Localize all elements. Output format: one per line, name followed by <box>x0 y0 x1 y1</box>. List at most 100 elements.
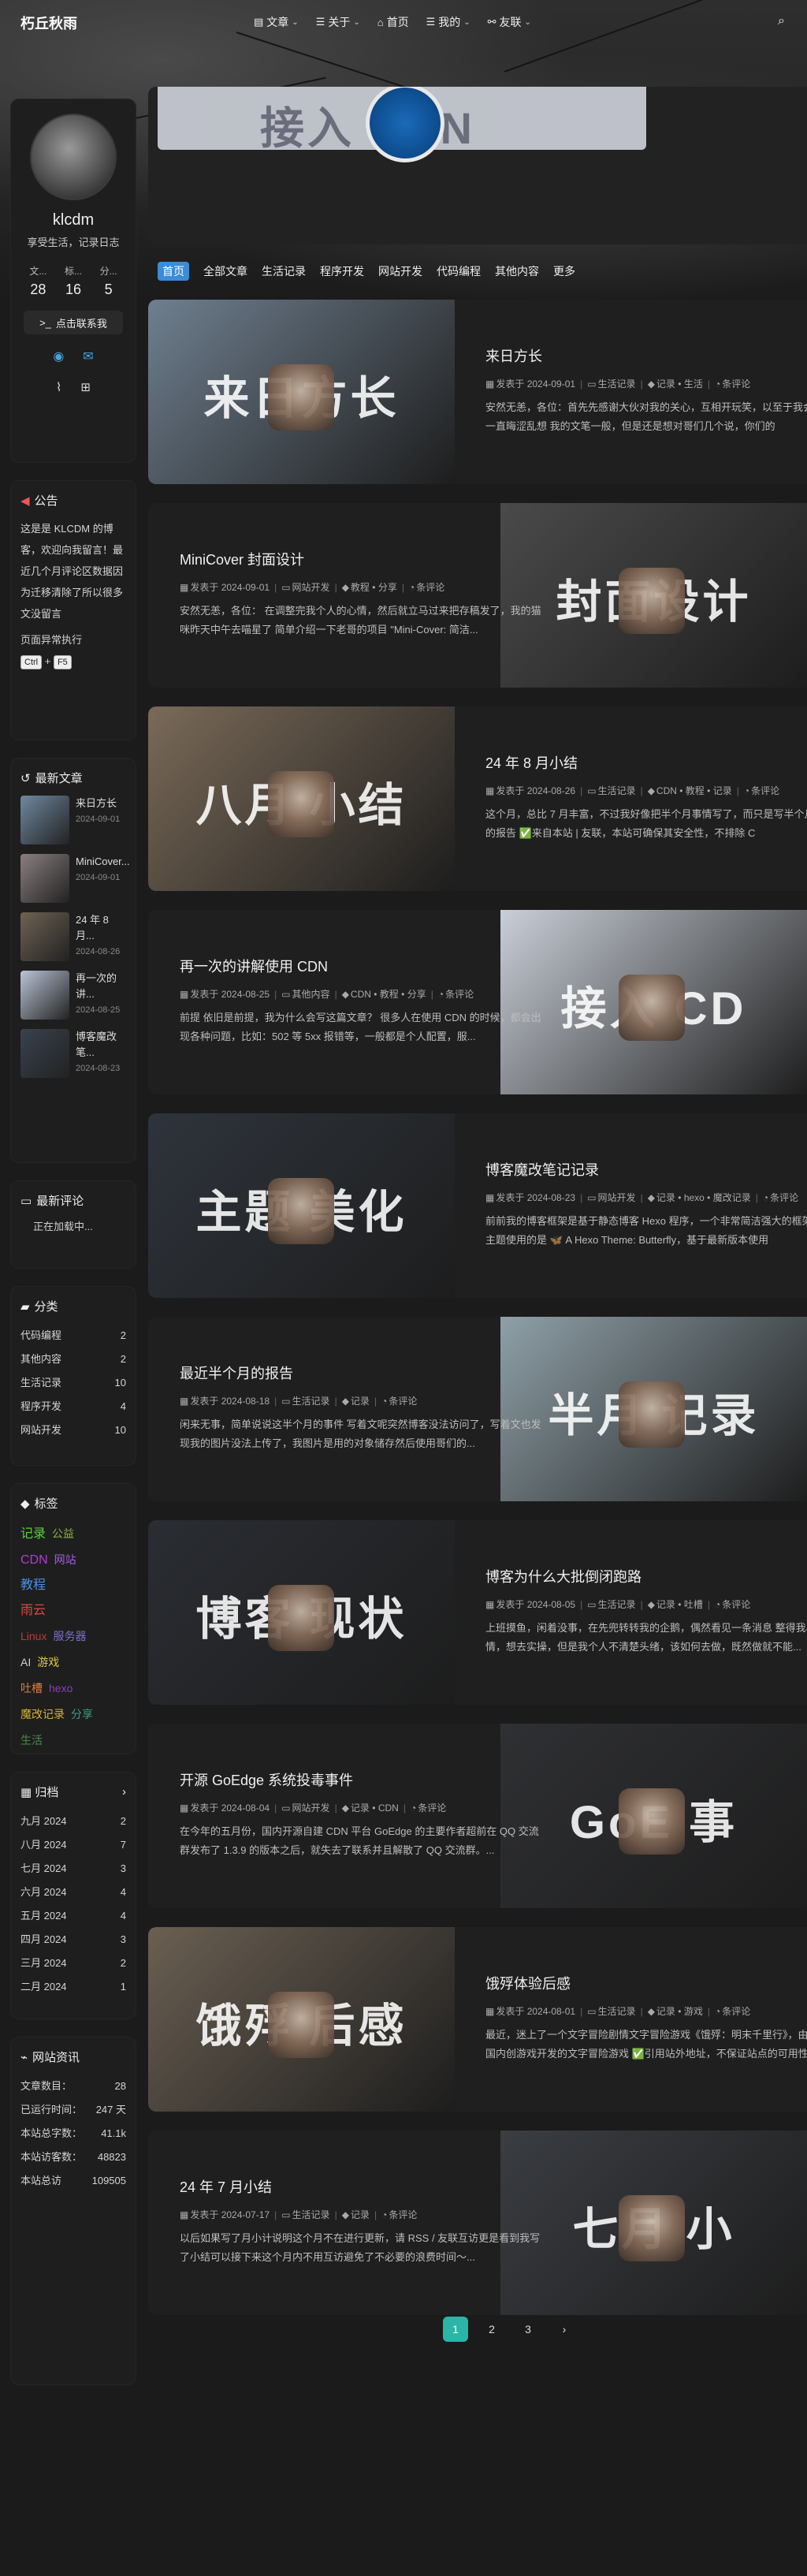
nav-item-2[interactable]: ⌂ 首页 <box>377 14 409 30</box>
post-card[interactable]: 七月 小24 年 7 月小结 ▦发表于 2024-07-17 | ▭生活记录 | ◆记录 |… <box>148 2131 807 2315</box>
post-category[interactable]: 网站开发 <box>292 582 330 593</box>
category-tab[interactable]: 更多 <box>553 263 575 279</box>
archive-item[interactable]: 八月 2024 7 <box>20 1833 126 1857</box>
rss-icon[interactable]: ⌇ <box>56 380 61 394</box>
category-item[interactable]: 代码编程 2 <box>20 1324 126 1348</box>
post-tag[interactable]: hexo <box>684 1192 705 1203</box>
nav-item-3[interactable]: ☰ 我的 ⌄ <box>426 14 470 30</box>
archive-item[interactable]: 三月 2024 2 <box>20 1952 126 1975</box>
search-icon[interactable]: ⌕ <box>778 14 785 28</box>
tag-link[interactable]: 服务器 <box>53 1630 86 1642</box>
post-tag[interactable]: 游戏 <box>684 2006 703 2017</box>
site-info-item[interactable]: 本站访客数： 48823 <box>20 2145 126 2169</box>
site-brand[interactable]: 朽丘秋雨 <box>20 13 77 33</box>
tag-link[interactable]: 网站 <box>54 1553 76 1566</box>
post-tag[interactable]: 记录 <box>351 1802 370 1814</box>
post-category[interactable]: 生活记录 <box>598 1599 636 1610</box>
tag-link[interactable]: hexo <box>49 1682 73 1694</box>
category-item[interactable]: 生活记录 10 <box>20 1371 126 1395</box>
post-tag[interactable]: 记录 <box>351 2209 370 2220</box>
post-title[interactable]: 24 年 7 月小结 <box>180 2176 542 2197</box>
category-tab[interactable]: 其他内容 <box>495 263 539 279</box>
tag-link[interactable]: 雨云 <box>20 1604 46 1617</box>
post-tag[interactable]: 教程 <box>351 582 370 593</box>
post-cover[interactable]: 七月 小 <box>500 2131 807 2315</box>
post-tag[interactable]: 吐槽 <box>684 1599 703 1610</box>
recent-post-title[interactable]: 博客魔改笔... <box>76 1029 126 1061</box>
post-cover[interactable]: 博客 现状 <box>148 1520 455 1705</box>
post-cover[interactable]: 饿殍 后感 <box>148 1927 455 2112</box>
recent-post-item[interactable]: 再一次的讲... 2024-08-25 <box>20 971 126 1020</box>
post-card[interactable]: GoE 事开源 GoEdge 系统投毒事件 ▦发表于 2024-08-04 | ▭网站… <box>148 1724 807 1908</box>
post-category[interactable]: 网站开发 <box>292 1802 330 1814</box>
next-page-icon[interactable]: › <box>552 2317 577 2342</box>
post-category[interactable]: 生活记录 <box>292 2209 330 2220</box>
recent-post-title[interactable]: 24 年 8 月... <box>76 912 126 944</box>
tag-link[interactable]: 游戏 <box>37 1656 59 1668</box>
post-comments[interactable]: 条评论 <box>418 1802 446 1814</box>
post-comments[interactable]: 条评论 <box>445 989 474 1000</box>
post-title[interactable]: 饿殍体验后感 <box>485 1973 807 1993</box>
post-comments[interactable]: 条评论 <box>751 785 779 796</box>
post-card[interactable]: 半月 记录 最近半个月的报告 ▦ 发表于 2024-08-18 | ▭ 生活记录 | ◆ 记录 | ◔… <box>148 1317 807 1501</box>
post-category[interactable]: 生活记录 <box>598 378 636 390</box>
archive-item[interactable]: 五月 2024 4 <box>20 1904 126 1928</box>
tag-link[interactable]: 记录 <box>20 1527 46 1541</box>
author-stat[interactable]: 文... 28 <box>22 264 54 301</box>
post-tag[interactable]: 教程 <box>380 989 399 1000</box>
contact-button[interactable]: >_ 点击联系我 <box>24 311 123 334</box>
recent-post-title[interactable]: 再一次的讲... <box>76 971 126 1002</box>
post-cover[interactable]: 八月 小结 <box>148 706 455 891</box>
author-stat[interactable]: 分... 5 <box>93 264 125 301</box>
recent-post-item[interactable]: 来日方长 2024-09-01 <box>20 796 126 844</box>
post-comments[interactable]: 条评论 <box>389 2209 417 2220</box>
site-info-item[interactable]: 文章数目： 28 <box>20 2075 126 2098</box>
post-cover[interactable]: 来日方长 <box>148 300 455 484</box>
post-title[interactable]: 博客魔改笔记记录 <box>485 1159 807 1180</box>
nav-item-0[interactable]: ▤ 文章 ⌄ <box>254 14 299 30</box>
post-cover[interactable]: GoE 事 <box>500 1724 807 1908</box>
archive-item[interactable]: 九月 2024 2 <box>20 1810 126 1833</box>
post-tag[interactable]: 记录 <box>656 378 675 390</box>
tag-link[interactable]: CDN <box>20 1553 48 1567</box>
archive-item[interactable]: 四月 2024 3 <box>20 1928 126 1952</box>
post-title[interactable]: 博客为什么大批倒闭跑路 <box>485 1566 807 1586</box>
category-item[interactable]: 其他内容 2 <box>20 1348 126 1371</box>
post-card[interactable]: 接入 CD 再一次的讲解使用 CDN ▦ 发表于 2024-08-25 | ▭ 其他内容 | ◆… <box>148 910 807 1094</box>
post-title[interactable]: 来日方长 <box>485 345 807 366</box>
post-cover[interactable]: 半月 记录 <box>500 1317 807 1501</box>
category-item[interactable]: 程序开发 4 <box>20 1395 126 1418</box>
post-category[interactable]: 其他内容 <box>292 989 330 1000</box>
tag-link[interactable]: 魔改记录 <box>20 1708 65 1720</box>
post-category[interactable]: 生活记录 <box>292 1396 330 1407</box>
post-tag[interactable]: 魔改记录 <box>713 1192 751 1203</box>
recent-post-title[interactable]: MiniCover... <box>76 854 130 870</box>
post-title[interactable]: 开源 GoEdge 系统投毒事件 <box>180 1769 542 1790</box>
post-comments[interactable]: 条评论 <box>722 1599 750 1610</box>
post-tag[interactable]: CDN <box>378 1802 399 1814</box>
site-info-item[interactable]: 本站总访 109505 <box>20 2169 126 2193</box>
post-tag[interactable]: 分享 <box>407 989 426 1000</box>
post-tag[interactable]: 记录 <box>351 1396 370 1407</box>
post-comments[interactable]: 条评论 <box>389 1396 417 1407</box>
post-comments[interactable]: 条评论 <box>722 378 750 390</box>
post-tag[interactable]: 生活 <box>684 378 703 390</box>
recent-post-title[interactable]: 来日方长 <box>76 796 120 811</box>
tag-link[interactable]: 分享 <box>71 1708 93 1720</box>
post-card[interactable]: 八月 小结 24 年 8 月小结 ▦ 发表于 2024-08-26 | ▭ 生活记录 | ◆ CD… <box>148 706 807 891</box>
email-icon[interactable]: ✉ <box>83 349 93 364</box>
post-category[interactable]: 生活记录 <box>598 785 636 796</box>
post-tag[interactable]: 记录 <box>656 1599 675 1610</box>
post-card[interactable]: 饿殍 后感 饿殍体验后感 ▦ 发表于 2024-08-01 | ▭ 生活记录 | ◆ 记录 • 游… <box>148 1927 807 2112</box>
nav-item-1[interactable]: ☰ 关于 ⌄ <box>316 14 360 30</box>
recent-post-item[interactable]: 博客魔改笔... 2024-08-23 <box>20 1029 126 1078</box>
post-comments[interactable]: 条评论 <box>770 1192 798 1203</box>
post-title[interactable]: 最近半个月的报告 <box>180 1363 542 1383</box>
post-card[interactable]: 主题 美化 博客魔改笔记记录 ▦ 发表于 2024-08-23 | ▭ 网站开发 | ◆ 记录 •… <box>148 1113 807 1298</box>
page-button[interactable]: 2 <box>479 2317 504 2342</box>
category-tab[interactable]: 首页 <box>158 262 189 281</box>
tag-link[interactable]: 公益 <box>52 1527 74 1540</box>
post-title[interactable]: MiniCover 封面设计 <box>180 549 542 569</box>
site-info-item[interactable]: 本站总字数： 41.1k <box>20 2122 126 2145</box>
category-tab[interactable]: 程序开发 <box>320 263 364 279</box>
